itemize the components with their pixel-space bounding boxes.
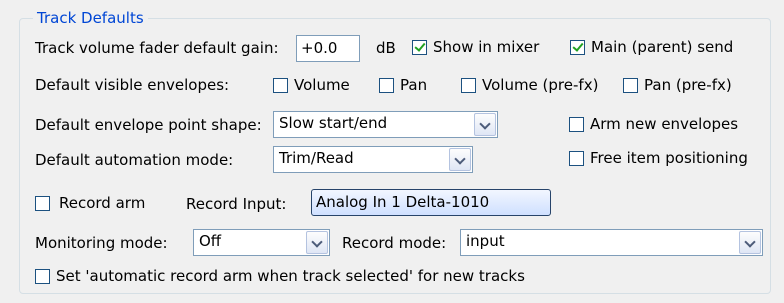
pan-label[interactable]: Pan bbox=[400, 75, 427, 95]
fader-gain-label: Track volume fader default gain: bbox=[35, 39, 279, 57]
envelope-shape-select[interactable]: Slow start/end bbox=[273, 111, 498, 138]
chevron-down-icon[interactable] bbox=[739, 231, 761, 254]
pan-prefx-checkbox[interactable] bbox=[623, 78, 638, 93]
free-item-positioning-checkbox[interactable] bbox=[569, 151, 584, 166]
main-send-label[interactable]: Main (parent) send bbox=[591, 37, 733, 57]
arm-new-envelopes-label[interactable]: Arm new envelopes bbox=[590, 114, 738, 134]
pan-checkbox[interactable] bbox=[379, 78, 394, 93]
monitoring-mode-label: Monitoring mode: bbox=[35, 234, 168, 252]
show-in-mixer-checkbox[interactable] bbox=[412, 40, 427, 55]
envelope-shape-label: Default envelope point shape: bbox=[35, 116, 262, 134]
volume-label[interactable]: Volume bbox=[294, 75, 350, 95]
main-send-checkbox[interactable] bbox=[570, 40, 585, 55]
record-arm-checkbox[interactable] bbox=[35, 196, 50, 211]
arm-new-envelopes-checkbox[interactable] bbox=[569, 117, 584, 132]
volume-prefx-checkbox[interactable] bbox=[461, 78, 476, 93]
visible-envelopes-label: Default visible envelopes: bbox=[35, 76, 230, 94]
auto-record-arm-checkbox[interactable] bbox=[35, 269, 50, 284]
record-mode-label: Record mode: bbox=[342, 234, 447, 252]
volume-checkbox[interactable] bbox=[273, 78, 288, 93]
automation-mode-value: Trim/Read bbox=[279, 149, 354, 167]
chevron-down-icon[interactable] bbox=[474, 113, 496, 136]
record-input-label: Record Input: bbox=[186, 195, 287, 213]
monitoring-mode-select[interactable]: Off bbox=[193, 229, 330, 256]
fader-gain-unit: dB bbox=[376, 39, 396, 57]
automation-mode-label: Default automation mode: bbox=[35, 151, 234, 169]
record-input-button[interactable]: Analog In 1 Delta-1010 bbox=[311, 189, 551, 216]
envelope-shape-value: Slow start/end bbox=[279, 114, 388, 132]
volume-prefx-label[interactable]: Volume (pre-fx) bbox=[482, 75, 598, 95]
pan-prefx-label[interactable]: Pan (pre-fx) bbox=[644, 75, 732, 95]
monitoring-mode-value: Off bbox=[199, 232, 222, 250]
free-item-positioning-label[interactable]: Free item positioning bbox=[590, 148, 748, 168]
chevron-down-icon[interactable] bbox=[449, 148, 471, 171]
record-arm-label[interactable]: Record arm bbox=[59, 193, 145, 213]
record-mode-select[interactable]: input bbox=[460, 229, 763, 256]
group-title: Track Defaults bbox=[33, 8, 148, 28]
record-mode-value: input bbox=[466, 232, 505, 250]
auto-record-arm-label[interactable]: Set 'automatic record arm when track sel… bbox=[56, 266, 525, 286]
automation-mode-select[interactable]: Trim/Read bbox=[273, 146, 473, 173]
fader-gain-input[interactable]: +0.0 bbox=[296, 35, 360, 62]
chevron-down-icon[interactable] bbox=[306, 231, 328, 254]
show-in-mixer-label[interactable]: Show in mixer bbox=[433, 37, 539, 57]
